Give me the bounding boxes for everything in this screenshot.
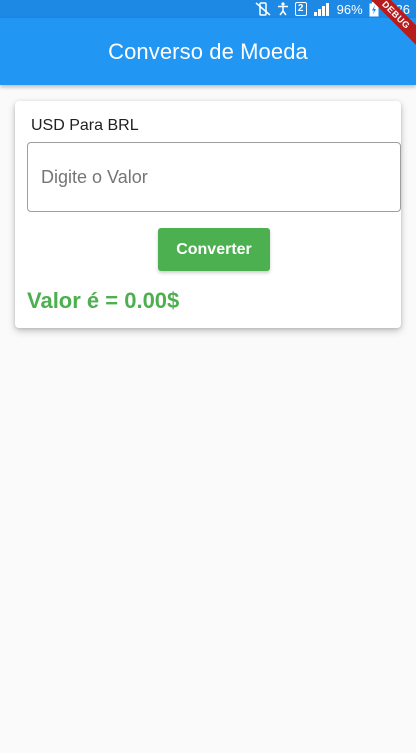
value-input[interactable] [27,142,401,212]
sim-card-icon: 2 [294,0,307,18]
signal-strength-icon [313,0,331,18]
result-text: Valor é = 0.00$ [27,288,180,313]
vibrate-off-icon [255,0,271,18]
accessibility-icon [277,0,289,18]
converter-card: USD Para BRL Converter Valor é = 0.00$ [15,101,401,328]
app-bar: Converso de Moeda [0,18,416,85]
sim-label: 2 [294,2,307,16]
convert-button[interactable]: Converter [158,228,270,271]
battery-percent: 96% [336,1,363,17]
app-screen: 2 96% 1:26 Converso de Moeda DEBUG USD P… [0,0,416,753]
app-title: Converso de Moeda [108,38,308,64]
conversion-heading: USD Para BRL [31,117,139,134]
status-bar: 2 96% 1:26 [0,0,416,18]
